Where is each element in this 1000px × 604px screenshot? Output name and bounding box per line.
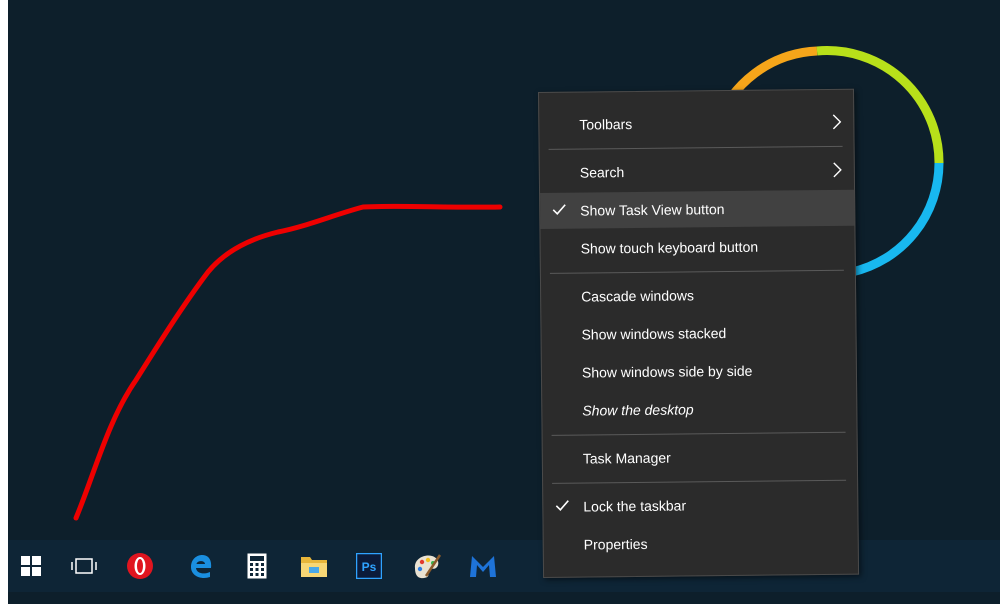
opera-icon <box>127 553 153 579</box>
paint-taskbar-button[interactable] <box>404 540 450 592</box>
menu-separator <box>552 479 847 484</box>
file-explorer-taskbar-button[interactable] <box>291 540 337 592</box>
chevron-right-icon <box>832 114 842 130</box>
menu-item-show-task-view-button[interactable]: Show Task View button <box>540 189 855 229</box>
menu-item-label: Show the desktop <box>582 401 694 419</box>
menu-separator <box>549 269 844 274</box>
chevron-right-icon <box>833 162 842 178</box>
taskbar-context-menu: Toolbars Search Show Task View button Sh… <box>538 88 860 578</box>
edge-icon <box>191 555 212 578</box>
menu-separator <box>551 431 846 436</box>
malwarebytes-icon <box>470 556 496 577</box>
checkmark-icon <box>552 204 566 215</box>
photoshop-taskbar-button[interactable]: Ps <box>346 540 392 592</box>
checkmark-icon <box>555 500 569 511</box>
menu-item-label: Show windows side by side <box>581 362 753 381</box>
calculator-taskbar-button[interactable] <box>234 540 280 592</box>
menu-item-show-the-desktop[interactable]: Show the desktop <box>542 390 856 429</box>
task-view-button[interactable] <box>61 540 107 592</box>
menu-item-label: Properties <box>583 535 648 553</box>
menu-item-label: Toolbars <box>579 116 633 133</box>
edge-taskbar-button[interactable] <box>178 540 224 592</box>
task-view-icon <box>71 558 97 574</box>
menu-item-task-manager[interactable]: Task Manager <box>543 438 857 477</box>
menu-item-show-windows-stacked[interactable]: Show windows stacked <box>541 314 855 353</box>
menu-item-label: Search <box>579 164 625 181</box>
malwarebytes-taskbar-button[interactable] <box>460 540 506 592</box>
menu-item-label: Show Task View button <box>580 201 725 219</box>
ring-segment-blue <box>850 162 944 277</box>
menu-item-cascade-windows[interactable]: Cascade windows <box>541 276 855 315</box>
calculator-icon <box>247 553 267 579</box>
menu-item-properties[interactable]: Properties <box>544 524 858 563</box>
menu-separator <box>548 145 843 150</box>
photoshop-icon-label: Ps <box>362 560 377 574</box>
menu-item-show-windows-side-by-side[interactable]: Show windows side by side <box>542 352 856 391</box>
menu-item-label: Show touch keyboard button <box>580 238 759 257</box>
start-button[interactable] <box>8 540 54 592</box>
paint-icon <box>414 554 442 579</box>
desktop: Ps Toolbars Search Show Task View button… <box>8 0 1000 604</box>
file-explorer-icon <box>301 557 327 577</box>
menu-item-search[interactable]: Search <box>540 152 854 191</box>
photoshop-icon: Ps <box>356 553 382 579</box>
menu-item-label: Cascade windows <box>581 287 695 305</box>
menu-item-show-touch-keyboard-button[interactable]: Show touch keyboard button <box>540 228 854 267</box>
menu-item-label: Task Manager <box>582 449 671 467</box>
menu-item-label: Lock the taskbar <box>583 497 687 515</box>
menu-item-label: Show windows stacked <box>581 325 727 343</box>
windows-start-icon <box>21 556 41 576</box>
menu-item-toolbars[interactable]: Toolbars <box>539 104 853 143</box>
opera-taskbar-button[interactable] <box>117 540 163 592</box>
menu-item-lock-the-taskbar[interactable]: Lock the taskbar <box>543 486 857 525</box>
